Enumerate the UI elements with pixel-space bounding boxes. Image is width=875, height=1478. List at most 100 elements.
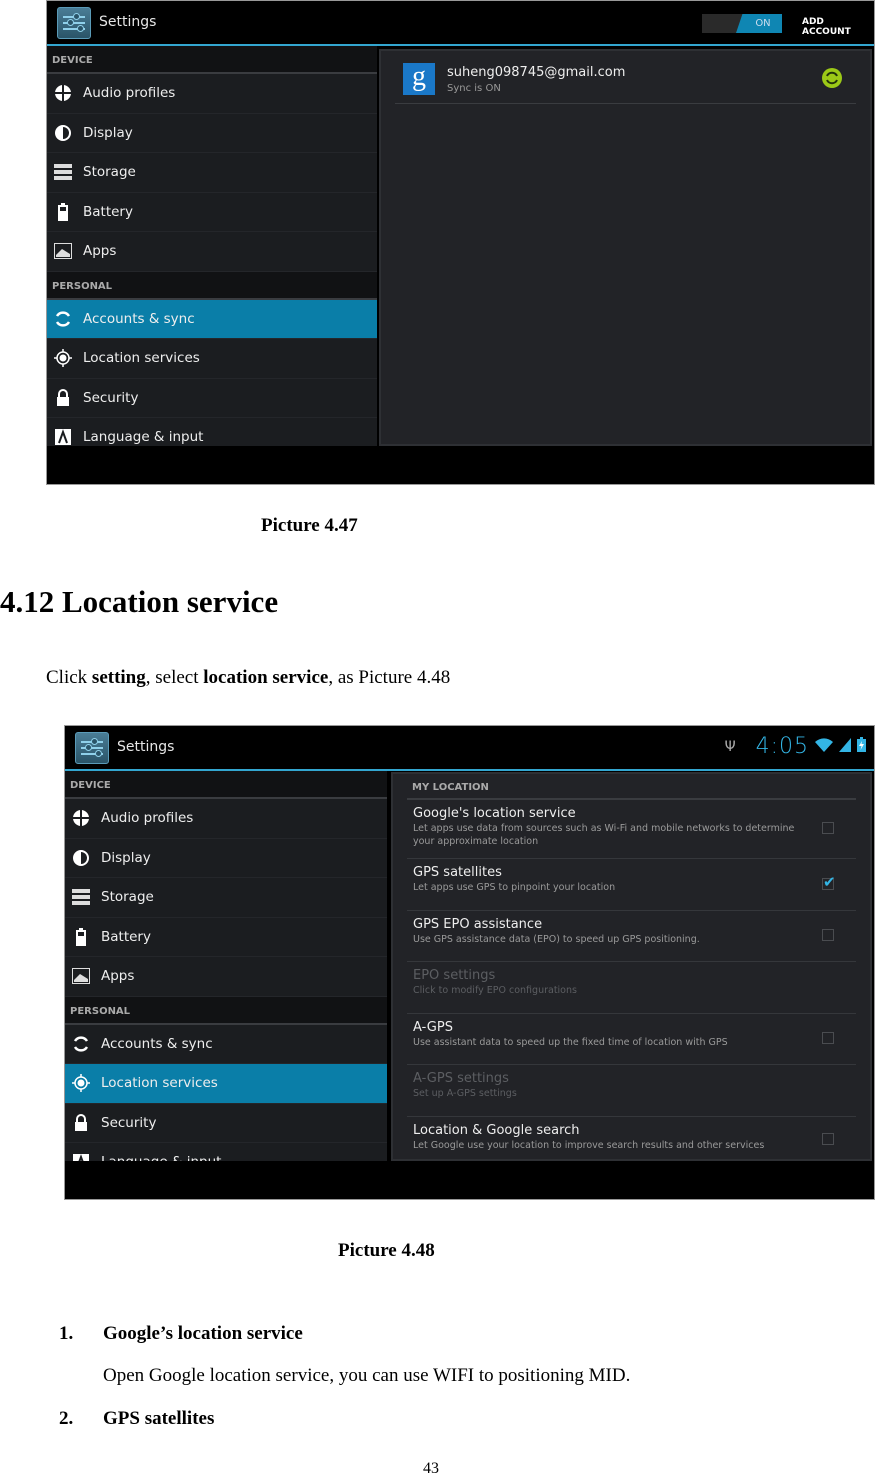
pref-summary: Use GPS assistance data (EPO) to speed u… (413, 934, 700, 945)
battery-charging-icon (857, 737, 866, 756)
sidebar-item-label: Accounts & sync (101, 1035, 213, 1052)
sidebar-item-audio-profiles[interactable]: Audio profiles (47, 74, 377, 114)
gps-satellites-checkbox[interactable]: ✔ (822, 873, 836, 891)
pref-summary: Let Google use your location to improve … (413, 1140, 765, 1151)
sidebar-item-display[interactable]: Display (47, 113, 377, 153)
pref-summary: Let apps use GPS to pinpoint your locati… (413, 882, 616, 893)
apps-icon (53, 241, 73, 261)
personal-header: PERSONAL (65, 997, 387, 1025)
a-gps-checkbox[interactable] (822, 1032, 834, 1044)
sidebar-item-storage[interactable]: Storage (65, 878, 387, 918)
page-number: 43 (423, 1460, 439, 1477)
list-item-body: Open Google location service, you can us… (103, 1365, 631, 1386)
personal-header: PERSONAL (47, 272, 377, 300)
action-bar: Settings ON ADD ACCOUNT (47, 1, 874, 46)
battery-icon (53, 202, 73, 222)
sidebar-item-audio-profiles[interactable]: Audio profiles (65, 799, 387, 839)
location-icon (53, 348, 73, 368)
figure-caption: Picture 4.48 (338, 1240, 435, 1261)
clock: 4:05 (755, 734, 809, 759)
device-header: DEVICE (47, 46, 377, 74)
screenshot-location-services: Settings Ψ 4:05 DEVICE Audio profiles Di… (64, 725, 875, 1200)
settings-app-icon (57, 7, 91, 39)
sidebar-item-label: Storage (101, 889, 154, 906)
sync-toggle[interactable]: ON (702, 14, 782, 33)
sidebar-item-storage[interactable]: Storage (47, 153, 377, 193)
navigation-bar (65, 1161, 874, 1199)
sidebar-item-battery[interactable]: Battery (47, 192, 377, 232)
sidebar-item-display[interactable]: Display (65, 838, 387, 878)
device-header: DEVICE (65, 771, 387, 799)
action-bar: Settings Ψ 4:05 (65, 726, 874, 771)
screenshot-accounts-sync: Settings ON ADD ACCOUNT DEVICE Audio pro… (46, 0, 875, 485)
gps-epo-checkbox[interactable] (822, 929, 834, 941)
sidebar-item-label: Language & input (83, 429, 204, 446)
intro-bold-setting: setting (91, 667, 146, 688)
sidebar-item-location-services[interactable]: Location services (47, 339, 377, 379)
pref-title: Location & Google search (413, 1123, 580, 1138)
google-location-checkbox[interactable] (822, 822, 834, 834)
usb-icon: Ψ (724, 738, 736, 755)
figure-caption: Picture 4.47 (261, 515, 358, 536)
signal-icon (839, 737, 851, 756)
audio-profiles-icon (71, 808, 91, 828)
pref-a-gps[interactable]: A-GPS Use assistant data to speed up the… (407, 1014, 856, 1065)
sidebar-item-apps[interactable]: Apps (65, 957, 387, 997)
sidebar-item-battery[interactable]: Battery (65, 917, 387, 957)
pref-title: GPS satellites (413, 865, 502, 880)
sidebar-item-label: Apps (101, 968, 135, 985)
status-bar: Ψ 4:05 (725, 734, 866, 759)
sidebar-item-security[interactable]: Security (65, 1103, 387, 1143)
storage-icon (71, 887, 91, 907)
sidebar-item-label: Audio profiles (101, 810, 194, 827)
apps-icon (71, 966, 91, 986)
storage-icon (53, 162, 73, 182)
account-sync-status: Sync is ON (447, 83, 501, 94)
section-heading: 4.12 Location service (0, 584, 279, 619)
account-email: suheng098745@gmail.com (447, 65, 626, 80)
sidebar-item-label: Security (101, 1114, 157, 1131)
list-number: 1. (59, 1323, 74, 1344)
pref-summary: Let apps use data from sources such as W… (413, 823, 795, 847)
display-icon (53, 123, 73, 143)
language-icon (53, 427, 73, 447)
sidebar-item-label: Apps (83, 243, 117, 260)
pref-location-google-search[interactable]: Location & Google search Let Google use … (407, 1117, 856, 1162)
sidebar-item-label: Display (101, 849, 151, 866)
sidebar-item-label: Location services (83, 350, 200, 367)
pref-gps-satellites[interactable]: GPS satellites Let apps use GPS to pinpo… (407, 859, 856, 911)
sidebar-item-accounts-sync[interactable]: Accounts & sync (65, 1024, 387, 1064)
account-row[interactable]: g suheng098745@gmail.com Sync is ON (395, 57, 856, 104)
pref-gps-epo-assistance[interactable]: GPS EPO assistance Use GPS assistance da… (407, 911, 856, 962)
sidebar-item-label: Battery (101, 928, 151, 945)
add-account-button[interactable]: ADD ACCOUNT (802, 17, 874, 37)
display-icon (71, 848, 91, 868)
sync-status-icon (822, 68, 842, 88)
sync-icon (71, 1034, 91, 1054)
sidebar-item-security[interactable]: Security (47, 378, 377, 418)
sidebar-item-apps[interactable]: Apps (47, 232, 377, 272)
pref-google-location-service[interactable]: Google's location service Let apps use d… (407, 800, 856, 859)
intro-text: , select (145, 667, 204, 688)
my-location-header: MY LOCATION (407, 774, 856, 800)
list-number: 2. (59, 1408, 74, 1429)
location-google-search-checkbox[interactable] (822, 1132, 834, 1145)
pref-title: GPS EPO assistance (413, 917, 543, 932)
google-logo-icon: g (403, 63, 435, 95)
app-title: Settings (99, 14, 157, 30)
pref-title: A-GPS (413, 1020, 453, 1035)
audio-profiles-icon (53, 83, 73, 103)
pref-epo-settings: EPO settings Click to modify EPO configu… (407, 962, 856, 1014)
sidebar-item-label: Storage (83, 164, 136, 181)
pref-summary: Use assistant data to speed up the fixed… (413, 1037, 728, 1048)
pref-summary: Set up A-GPS settings (413, 1088, 517, 1099)
sidebar-item-label: Display (83, 124, 133, 141)
sidebar-item-location-services[interactable]: Location services (65, 1064, 387, 1104)
pref-title: Google's location service (413, 806, 576, 821)
sidebar-item-accounts-sync[interactable]: Accounts & sync (47, 299, 377, 339)
sync-icon (53, 309, 73, 329)
pref-summary: Click to modify EPO configurations (413, 985, 577, 996)
intro-text: Click (46, 667, 92, 688)
wifi-icon (815, 737, 833, 756)
intro-text: , as Picture 4.48 (328, 667, 451, 688)
